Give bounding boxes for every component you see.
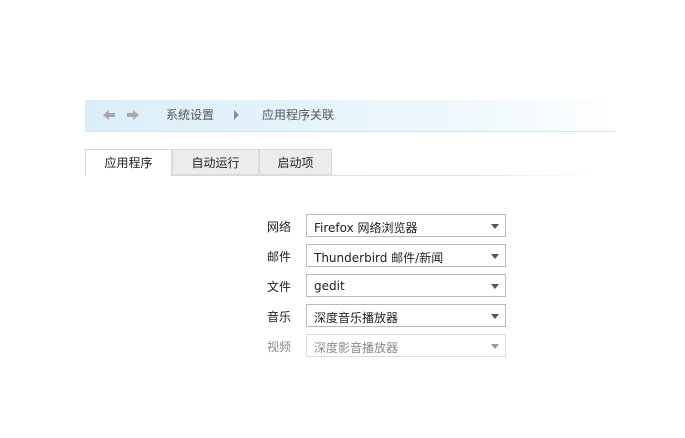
video-app-select: 深度影音播放器 [306, 334, 506, 357]
web-label: 网络 [267, 220, 292, 234]
chevron-down-icon [491, 254, 499, 259]
breadcrumb-current: 应用程序关联 [262, 108, 335, 122]
tab-applications[interactable]: 应用程序 [85, 149, 172, 176]
music-label: 音乐 [267, 310, 292, 324]
arrow-right-icon[interactable] [126, 108, 140, 122]
mail-app-select[interactable]: Thunderbird 邮件/新闻 [306, 244, 506, 267]
file-app-value: gedit [314, 279, 345, 293]
web-app-value: Firefox 网络浏览器 [314, 221, 418, 235]
tab-divider [172, 175, 597, 176]
file-label: 文件 [267, 280, 292, 294]
chevron-down-icon [491, 314, 499, 319]
mail-app-value: Thunderbird 邮件/新闻 [314, 251, 444, 265]
web-app-select[interactable]: Firefox 网络浏览器 [306, 214, 506, 237]
arrow-left-icon[interactable] [102, 108, 116, 122]
music-app-value: 深度音乐播放器 [314, 311, 399, 325]
video-label: 视频 [267, 340, 292, 354]
breadcrumb-separator-icon [234, 110, 239, 120]
breadcrumb: 系统设置 应用程序关联 [85, 100, 615, 132]
music-app-select[interactable]: 深度音乐播放器 [306, 304, 506, 327]
chevron-down-icon [491, 224, 499, 229]
chevron-down-icon [491, 344, 499, 349]
mail-label: 邮件 [267, 250, 292, 264]
breadcrumb-system-settings[interactable]: 系统设置 [166, 108, 214, 123]
video-app-value: 深度影音播放器 [314, 341, 399, 355]
chevron-down-icon [491, 284, 499, 289]
file-app-select[interactable]: gedit [306, 274, 506, 297]
tab-startup[interactable]: 启动项 [259, 149, 332, 175]
tab-autorun[interactable]: 自动运行 [172, 149, 259, 175]
